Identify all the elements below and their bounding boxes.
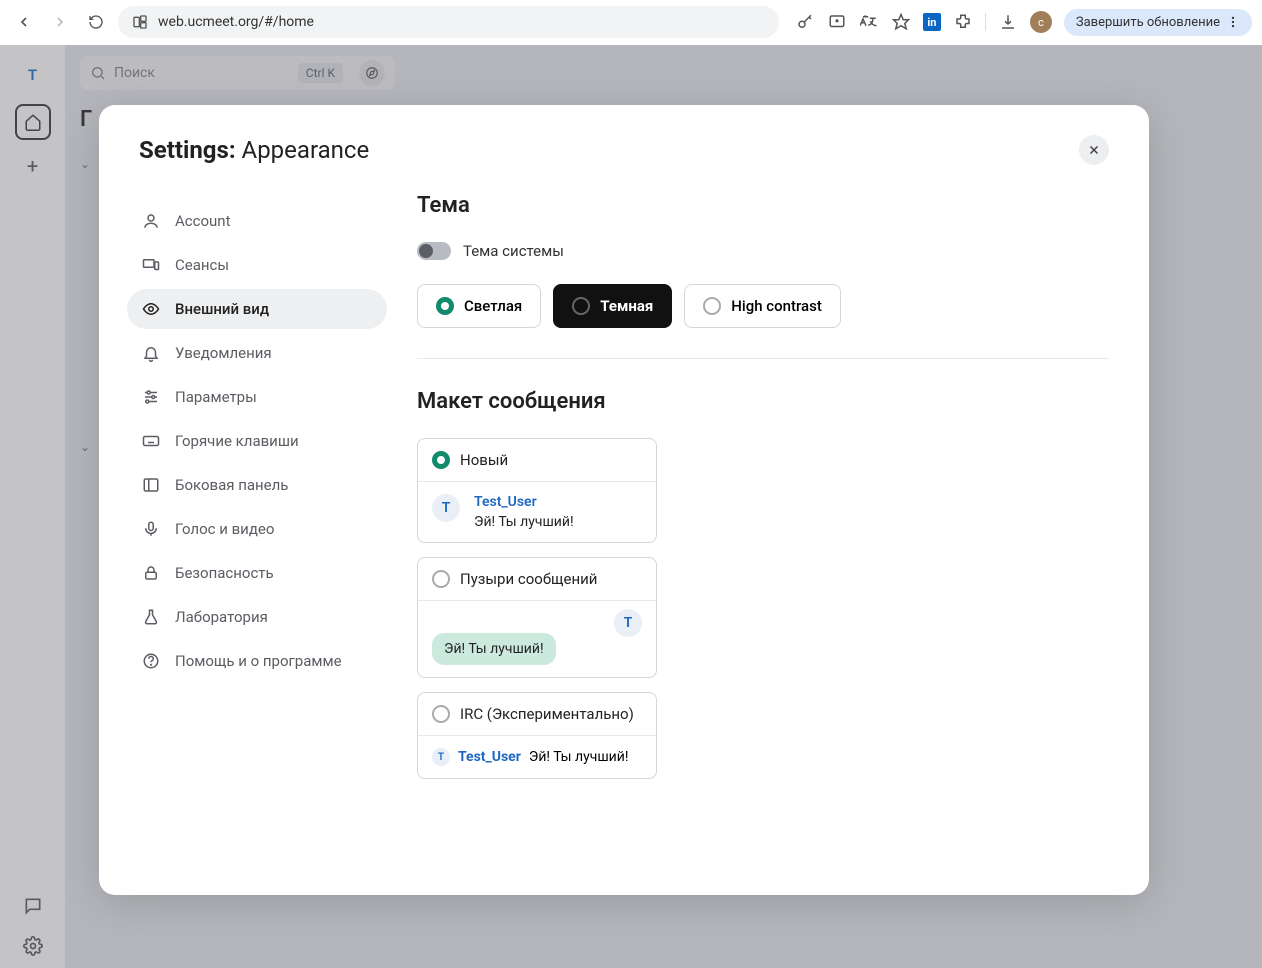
devices-icon <box>141 255 161 275</box>
flask-icon <box>141 607 161 627</box>
sliders-icon <box>141 387 161 407</box>
nav-label: Боковая панель <box>175 476 288 494</box>
bell-icon <box>141 343 161 363</box>
close-button[interactable] <box>1079 135 1109 165</box>
modal-header: Settings: Appearance <box>99 105 1149 183</box>
preview-message: Эй! Ты лучший! <box>474 514 574 530</box>
layout-irc[interactable]: IRC (Экспериментально) T Test_User Эй! Т… <box>417 692 657 779</box>
system-theme-toggle-row: Тема системы <box>417 242 1109 260</box>
toggle-label: Тема системы <box>463 242 564 260</box>
url-bar[interactable]: web.ucmeet.org/#/home <box>118 6 779 38</box>
nav-help[interactable]: Помощь и о программе <box>127 641 387 681</box>
mic-icon <box>141 519 161 539</box>
nav-security[interactable]: Безопасность <box>127 553 387 593</box>
forward-button[interactable] <box>46 8 74 36</box>
preview-user: Test_User <box>458 749 521 765</box>
layout-card-header: Новый <box>418 439 656 482</box>
settings-modal: Settings: Appearance Account Сеансы Внеш… <box>99 105 1149 895</box>
layout-preview: T Test_User Эй! Ты лучший! <box>418 482 656 542</box>
url-text: web.ucmeet.org/#/home <box>158 14 314 30</box>
theme-section-title: Тема <box>417 193 1109 218</box>
preview-message: Эй! Ты лучший! <box>432 633 556 665</box>
radio-icon <box>432 705 450 723</box>
eye-icon <box>141 299 161 319</box>
modal-title: Settings: Appearance <box>139 136 369 164</box>
extensions-icon[interactable] <box>953 12 973 32</box>
user-icon <box>141 211 161 231</box>
theme-dark[interactable]: Темная <box>553 284 672 328</box>
nav-sidebar[interactable]: Боковая панель <box>127 465 387 505</box>
radio-icon <box>432 451 450 469</box>
nav-labs[interactable]: Лаборатория <box>127 597 387 637</box>
preview-avatar: T <box>432 494 460 522</box>
reload-button[interactable] <box>82 8 110 36</box>
layout-card-header: Пузыри сообщений <box>418 558 656 601</box>
layout-card-header: IRC (Экспериментально) <box>418 693 656 736</box>
chrome-actions: in c Завершить обновление <box>787 9 1252 36</box>
nav-sessions[interactable]: Сеансы <box>127 245 387 285</box>
browser-chrome: web.ucmeet.org/#/home in c Завершить обн… <box>0 0 1262 45</box>
star-icon[interactable] <box>891 12 911 32</box>
sidebar-icon <box>141 475 161 495</box>
settings-nav: Account Сеансы Внешний вид Уведомления П… <box>127 183 387 895</box>
nav-voice-video[interactable]: Голос и видео <box>127 509 387 549</box>
nav-keyboard[interactable]: Горячие клавиши <box>127 421 387 461</box>
nav-label: Account <box>175 212 231 230</box>
translate-icon[interactable] <box>859 12 879 32</box>
download-icon[interactable] <box>998 12 1018 32</box>
linkedin-icon[interactable]: in <box>923 13 941 31</box>
nav-label: Голос и видео <box>175 520 274 538</box>
preview-avatar: T <box>614 609 642 637</box>
radio-icon <box>436 297 454 315</box>
nav-notifications[interactable]: Уведомления <box>127 333 387 373</box>
profile-avatar[interactable]: c <box>1030 11 1052 33</box>
nav-label: Внешний вид <box>175 300 269 318</box>
nav-label: Лаборатория <box>175 608 268 626</box>
nav-label: Помощь и о программе <box>175 652 342 670</box>
nav-label: Горячие клавиши <box>175 432 299 450</box>
layout-options: Новый T Test_User Эй! Ты лучший! <box>417 438 657 779</box>
nav-preferences[interactable]: Параметры <box>127 377 387 417</box>
lock-icon <box>141 563 161 583</box>
theme-light[interactable]: Светлая <box>417 284 541 328</box>
layout-preview: T Test_User Эй! Ты лучший! <box>418 736 656 778</box>
nav-label: Сеансы <box>175 256 229 274</box>
theme-options: Светлая Темная High contrast <box>417 284 1109 328</box>
theme-high-contrast[interactable]: High contrast <box>684 284 841 328</box>
help-icon <box>141 651 161 671</box>
layout-modern[interactable]: Новый T Test_User Эй! Ты лучший! <box>417 438 657 543</box>
system-theme-toggle[interactable] <box>417 242 451 260</box>
layout-preview: T Эй! Ты лучший! <box>418 601 656 677</box>
nav-label: Параметры <box>175 388 257 406</box>
preview-user: Test_User <box>474 494 574 510</box>
settings-content: Тема Тема системы Светлая Темная High co… <box>387 183 1109 895</box>
separator <box>985 13 986 31</box>
radio-icon <box>703 297 721 315</box>
preview-message: Эй! Ты лучший! <box>529 749 629 765</box>
site-settings-icon[interactable] <box>132 14 148 30</box>
install-icon[interactable] <box>827 12 847 32</box>
nav-account[interactable]: Account <box>127 201 387 241</box>
keyboard-icon <box>141 431 161 451</box>
layout-bubble[interactable]: Пузыри сообщений T Эй! Ты лучший! <box>417 557 657 678</box>
nav-label: Уведомления <box>175 344 272 362</box>
nav-appearance[interactable]: Внешний вид <box>127 289 387 329</box>
key-icon[interactable] <box>795 12 815 32</box>
update-button[interactable]: Завершить обновление <box>1064 9 1252 36</box>
back-button[interactable] <box>10 8 38 36</box>
radio-icon <box>572 297 590 315</box>
layout-section-title: Макет сообщения <box>417 389 1109 414</box>
nav-label: Безопасность <box>175 564 274 582</box>
preview-avatar: T <box>432 748 450 766</box>
divider <box>417 358 1109 359</box>
radio-icon <box>432 570 450 588</box>
